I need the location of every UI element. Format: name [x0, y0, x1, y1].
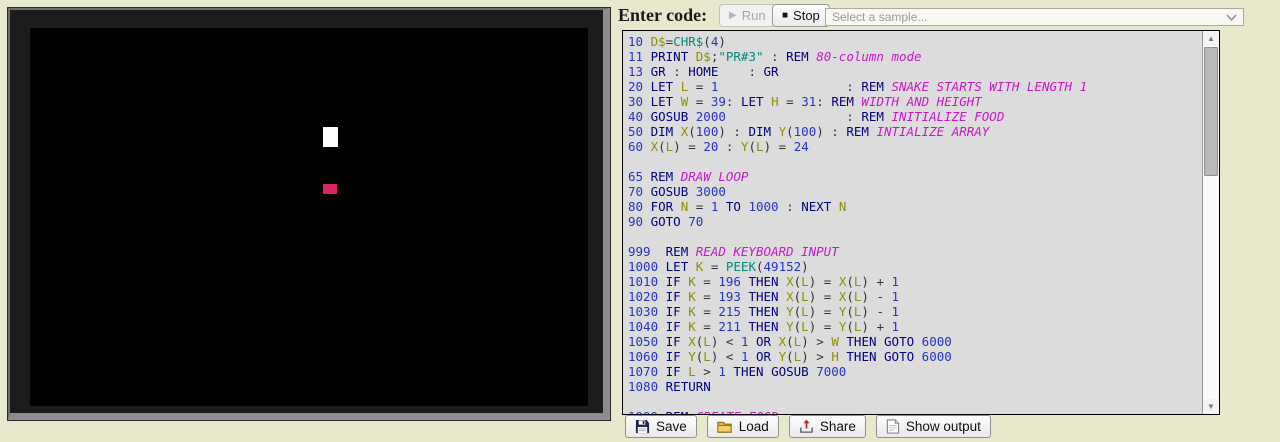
show-output-button-label: Show output	[906, 419, 981, 434]
enter-code-label: Enter code:	[618, 5, 707, 26]
code-line: 80 FOR N = 1 TO 1000 : NEXT N	[628, 199, 1202, 214]
code-editor[interactable]: 10 D$=CHR$(4)11 PRINT D$;"PR#3" : REM 80…	[622, 30, 1220, 415]
code-line: 1000 LET K = PEEK(49152)	[628, 259, 1202, 274]
code-line: 1020 IF K = 193 THEN X(L) = X(L) - 1	[628, 289, 1202, 304]
sample-select[interactable]: Select a sample...	[825, 8, 1244, 26]
code-line: 13 GR : HOME : GR	[628, 64, 1202, 79]
load-button-label: Load	[739, 419, 769, 434]
code-line: 11 PRINT D$;"PR#3" : REM 80-column mode	[628, 49, 1202, 64]
code-line	[628, 154, 1202, 169]
emulator-screen[interactable]	[30, 28, 588, 406]
chevron-down-icon	[1226, 14, 1237, 21]
run-button[interactable]: ▶ Run	[719, 4, 776, 27]
code-line: 1010 IF K = 196 THEN X(L) = X(L) + 1	[628, 274, 1202, 289]
code-lines[interactable]: 10 D$=CHR$(4)11 PRINT D$;"PR#3" : REM 80…	[623, 31, 1202, 414]
code-line: 60 X(L) = 20 : Y(L) = 24	[628, 139, 1202, 154]
save-button[interactable]: Save	[625, 415, 697, 438]
code-line: 1999 REM CREATE FOOD	[628, 409, 1202, 414]
code-line: 70 GOSUB 3000	[628, 184, 1202, 199]
applesoft-basic-app: { "app": { "background": "#e8e8cd" }, "t…	[0, 0, 1280, 442]
scroll-down-icon[interactable]: ▼	[1203, 399, 1219, 414]
code-line: 1080 RETURN	[628, 379, 1202, 394]
show-output-button[interactable]: Show output	[876, 415, 991, 438]
code-line: 50 DIM X(100) : DIM Y(100) : REM INTIALI…	[628, 124, 1202, 139]
code-line	[628, 229, 1202, 244]
food-cell	[323, 184, 337, 194]
code-line: 65 REM DRAW LOOP	[628, 169, 1202, 184]
save-button-label: Save	[656, 419, 687, 434]
code-line: 1050 IF X(L) < 1 OR X(L) > W THEN GOTO 6…	[628, 334, 1202, 349]
stop-button-label: Stop	[793, 8, 820, 23]
code-line: 40 GOSUB 2000 : REM INITIALIZE FOOD	[628, 109, 1202, 124]
code-line: 1070 IF L > 1 THEN GOSUB 7000	[628, 364, 1202, 379]
code-line: 20 LET L = 1 : REM SNAKE STARTS WITH LEN…	[628, 79, 1202, 94]
snake-cell	[323, 127, 338, 147]
stop-icon: ■	[782, 11, 788, 21]
code-line: 10 D$=CHR$(4)	[628, 34, 1202, 49]
folder-icon	[717, 419, 733, 434]
floppy-disk-icon	[635, 419, 650, 434]
editor-actions: Save Load Share Show output	[625, 415, 991, 438]
share-button-label: Share	[820, 419, 856, 434]
editor-scrollbar[interactable]: ▲ ▼	[1202, 31, 1219, 414]
run-button-label: Run	[742, 8, 766, 23]
play-icon: ▶	[729, 11, 737, 21]
share-icon	[799, 419, 814, 434]
stop-button[interactable]: ■ Stop	[772, 4, 830, 27]
scrollbar-thumb[interactable]	[1204, 47, 1218, 176]
emulator-crt-frame	[8, 8, 610, 420]
code-line: 999 REM READ KEYBOARD INPUT	[628, 244, 1202, 259]
sample-select-placeholder: Select a sample...	[832, 10, 927, 24]
code-line: 30 LET W = 39: LET H = 31: REM WIDTH AND…	[628, 94, 1202, 109]
code-line	[628, 394, 1202, 409]
load-button[interactable]: Load	[707, 415, 779, 438]
code-line: 1060 IF Y(L) < 1 OR Y(L) > H THEN GOTO 6…	[628, 349, 1202, 364]
document-icon	[886, 419, 900, 434]
code-line: 1030 IF K = 215 THEN Y(L) = Y(L) - 1	[628, 304, 1202, 319]
code-line: 90 GOTO 70	[628, 214, 1202, 229]
scroll-up-icon[interactable]: ▲	[1203, 31, 1219, 46]
share-button[interactable]: Share	[789, 415, 866, 438]
code-line: 1040 IF K = 211 THEN Y(L) = Y(L) + 1	[628, 319, 1202, 334]
